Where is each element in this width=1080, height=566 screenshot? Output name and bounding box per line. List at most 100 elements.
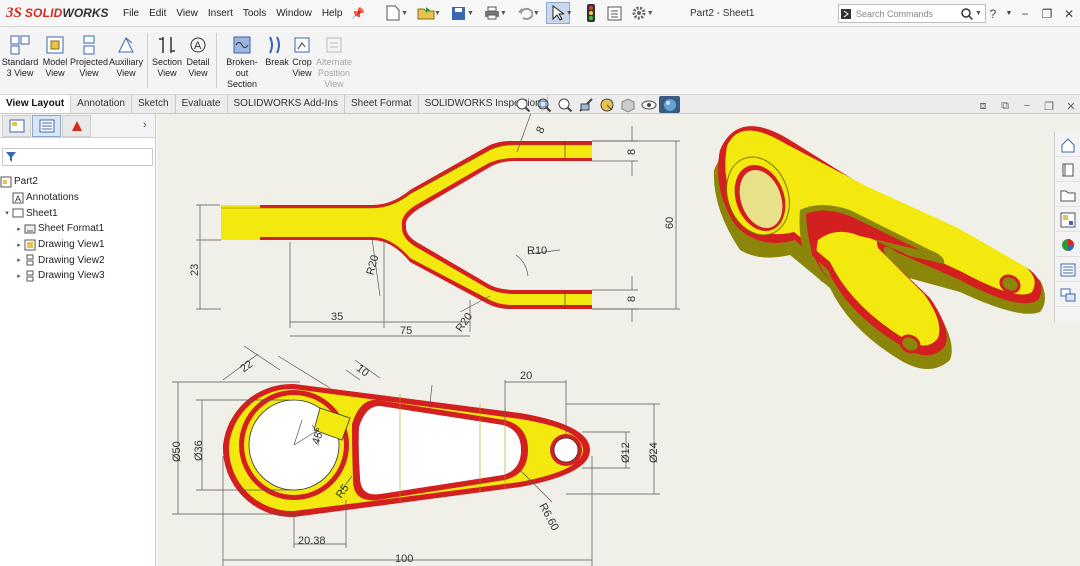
tab-annotation[interactable]: Annotation	[71, 95, 132, 113]
chevron-right-icon[interactable]: ▸	[14, 256, 24, 264]
chevron-down-icon[interactable]: ▼	[434, 10, 441, 17]
dimension-dia-12[interactable]: Ø12	[620, 442, 632, 463]
chevron-down-icon[interactable]: ▼	[647, 10, 654, 17]
chevron-down-icon[interactable]: ▼	[401, 10, 408, 17]
view-orientation-icon[interactable]	[596, 96, 617, 113]
solidworks-logo[interactable]: 3S SOLID WORKS	[0, 5, 118, 22]
dimension-dia-24[interactable]: Ø24	[648, 442, 660, 463]
design-library-icon[interactable]	[1056, 158, 1080, 182]
dimension-35[interactable]: 35	[331, 311, 343, 323]
dimension-r20-upper[interactable]: R20	[365, 254, 382, 277]
display-style-icon[interactable]	[617, 96, 638, 113]
menu-insert[interactable]: Insert	[203, 0, 238, 27]
menu-file[interactable]: File	[118, 0, 144, 27]
search-commands-dropdown-icon[interactable]	[839, 5, 853, 22]
menu-help[interactable]: Help	[317, 0, 348, 27]
dimension-r6-60[interactable]: R6.60	[536, 501, 560, 533]
pin-menu-icon[interactable]: 📌	[351, 7, 365, 20]
chevron-down-icon[interactable]: ▼	[533, 10, 540, 17]
menu-edit[interactable]: Edit	[144, 0, 171, 27]
restore-icon[interactable]: ❐	[1036, 7, 1058, 21]
alternate-position-view-button[interactable]: Alternate Position View	[314, 27, 354, 94]
configuration-manager-tab-icon[interactable]	[62, 115, 91, 137]
tab-evaluate[interactable]: Evaluate	[176, 95, 228, 113]
close-document-icon[interactable]: ✕	[1060, 100, 1080, 113]
crop-view-button[interactable]: Crop View	[290, 27, 314, 94]
projected-view-button[interactable]: Projected View	[70, 27, 108, 94]
tree-item-drawing-view2[interactable]: ▸ Drawing View2	[0, 252, 155, 268]
file-explorer-icon[interactable]	[1056, 183, 1080, 207]
tree-item-part2[interactable]: Part2	[0, 174, 155, 190]
chevron-down-icon[interactable]: ▼	[500, 10, 507, 17]
tree-item-sheet1[interactable]: ▾ Sheet1	[0, 205, 155, 221]
search-commands-box[interactable]: Search Commands ▼	[838, 4, 986, 23]
dimension-8-bottom[interactable]: 8	[626, 296, 638, 302]
zoom-to-area-icon[interactable]	[533, 96, 554, 113]
dimension-8-top[interactable]: 8	[626, 149, 638, 155]
dimension-dia-36[interactable]: Ø36	[193, 440, 205, 461]
detail-view-button[interactable]: A Detail View	[183, 27, 213, 94]
split-view-icon[interactable]: ⧉	[994, 100, 1016, 113]
file-properties-icon[interactable]	[603, 2, 627, 24]
drawing-view2-part[interactable]	[222, 383, 590, 518]
model-view-button[interactable]: Model View	[40, 27, 70, 94]
custom-properties-icon[interactable]	[1056, 258, 1080, 282]
previous-view-icon[interactable]	[554, 96, 575, 113]
view-palette-icon[interactable]	[1056, 208, 1080, 232]
section-view-button[interactable]: Section View	[151, 27, 183, 94]
dimension-20[interactable]: 20	[520, 370, 532, 382]
appearances-icon[interactable]	[1056, 233, 1080, 257]
tree-item-drawing-view3[interactable]: ▸ Drawing View3	[0, 268, 155, 284]
chevron-right-icon[interactable]: ▸	[14, 241, 24, 249]
dimension-60[interactable]: 60	[664, 217, 676, 229]
dimension-dia-50[interactable]: Ø50	[171, 441, 183, 462]
tree-item-sheet-format1[interactable]: ▸ Sheet Format1	[0, 221, 155, 237]
zoom-to-fit-icon[interactable]	[512, 96, 533, 113]
tab-sheet-format[interactable]: Sheet Format	[345, 95, 419, 113]
broken-out-section-button[interactable]: Broken-out Section	[220, 27, 264, 94]
break-button[interactable]: Break	[264, 27, 290, 94]
search-input[interactable]: Search Commands	[853, 9, 959, 19]
auxiliary-view-button[interactable]: Auxiliary View	[108, 27, 144, 94]
help-icon[interactable]: ?	[982, 7, 1004, 21]
appearance-sphere-icon[interactable]	[659, 96, 680, 113]
menu-tools[interactable]: Tools	[238, 0, 271, 27]
minimize-icon[interactable]: −	[1014, 7, 1036, 21]
tree-item-annotations[interactable]: A Annotations	[0, 190, 155, 206]
dimension-75[interactable]: 75	[400, 325, 412, 337]
home-icon[interactable]	[1056, 133, 1080, 157]
dimension-100[interactable]: 100	[395, 553, 413, 565]
dimension-r10[interactable]: R10	[527, 245, 547, 257]
rebuild-traffic-light-icon[interactable]	[579, 2, 603, 24]
feature-filter-box[interactable]	[2, 148, 153, 166]
chevron-down-icon[interactable]: ▼	[467, 10, 474, 17]
tab-sketch[interactable]: Sketch	[132, 95, 176, 113]
chevron-down-icon[interactable]: ▾	[2, 209, 12, 217]
dimension-8-angled[interactable]: 8	[534, 125, 547, 136]
close-icon[interactable]: ✕	[1058, 7, 1080, 21]
drawing-view3-isometric-part[interactable]	[713, 126, 1045, 369]
dimension-20-38[interactable]: 20.38	[298, 535, 326, 547]
dimension-22[interactable]: 22	[238, 358, 255, 375]
restore-document-icon[interactable]: ❐	[1038, 100, 1060, 113]
property-manager-tab-icon[interactable]	[32, 115, 61, 137]
chevron-right-icon[interactable]: ▸	[14, 225, 24, 233]
tile-icon[interactable]: ⧈	[972, 100, 994, 113]
chevron-down-icon[interactable]: ▼	[566, 10, 573, 17]
drawing-view1-part[interactable]	[221, 141, 592, 309]
chevron-right-icon[interactable]: ▸	[14, 272, 24, 280]
menu-view[interactable]: View	[171, 0, 203, 27]
drawing-sheet-graphics-area[interactable]: 8 8 60 8 23 35 75 R10 R20 R20 22 10 20 Ø…	[157, 114, 1080, 566]
section-view-hud-icon[interactable]	[575, 96, 596, 113]
chevron-right-icon[interactable]: ›	[143, 114, 155, 137]
minimize-document-icon[interactable]: −	[1016, 100, 1038, 113]
tab-solidworks-add-ins[interactable]: SOLIDWORKS Add-Ins	[228, 95, 345, 113]
feature-tree-tab-icon[interactable]	[2, 115, 31, 137]
dimension-23[interactable]: 23	[189, 264, 201, 276]
menu-window[interactable]: Window	[271, 0, 317, 27]
search-icon[interactable]	[959, 7, 975, 20]
tab-view-layout[interactable]: View Layout	[0, 95, 72, 113]
hide-show-items-icon[interactable]	[638, 96, 659, 113]
dimension-r20-lower[interactable]: R20	[454, 311, 475, 334]
standard-3-view-button[interactable]: Standard 3 View	[0, 27, 40, 94]
